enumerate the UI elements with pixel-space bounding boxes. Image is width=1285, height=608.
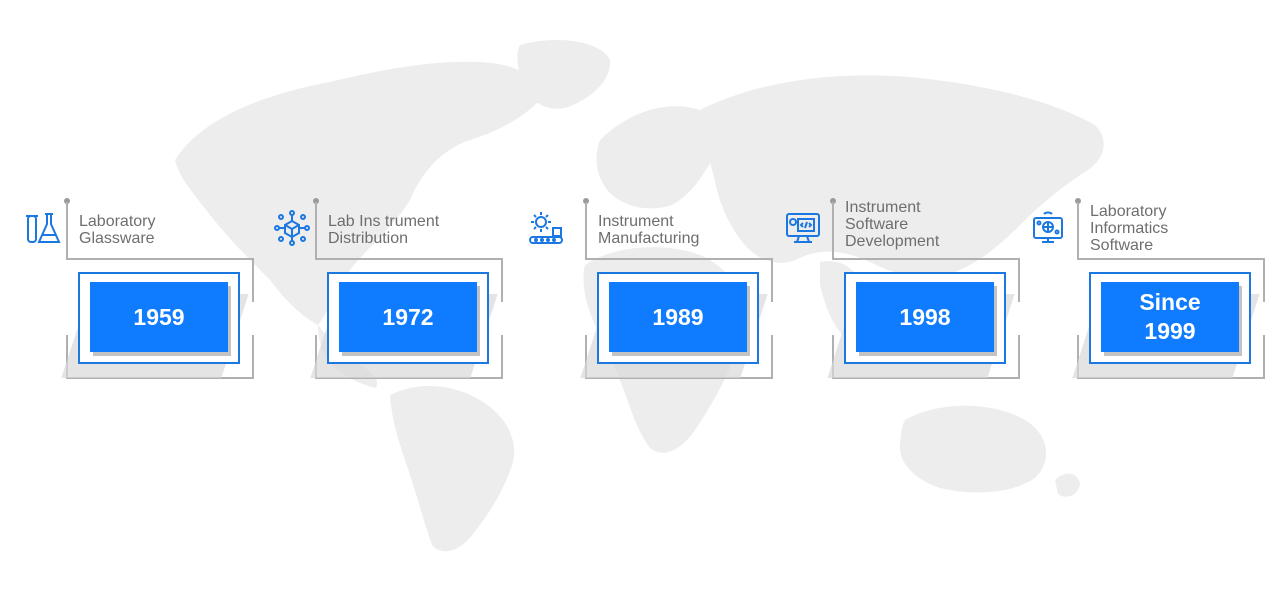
year-badge: 1959 — [90, 282, 228, 352]
connector-line — [585, 258, 773, 260]
milestone-1972: Lab Ins trument Distribution 1972 — [274, 198, 524, 388]
connector-line — [832, 202, 834, 260]
connector-line — [66, 258, 254, 260]
milestone-label: Laboratory Glassware — [79, 213, 156, 247]
manufacturing-gear-icon — [528, 210, 564, 246]
connector-line — [585, 202, 587, 260]
connector-line — [1077, 202, 1079, 260]
distribution-network-icon — [274, 210, 310, 246]
informatics-icon — [1030, 210, 1066, 246]
connector-line — [66, 202, 68, 260]
software-development-icon — [785, 210, 821, 246]
connector-line — [501, 258, 503, 302]
milestone-label: Instrument Software Development — [845, 199, 940, 250]
milestone-1959: Laboratory Glassware 1959 — [25, 198, 275, 388]
connector-line — [252, 258, 254, 302]
milestone-1998: Instrument Software Development 1998 — [786, 198, 1041, 388]
connector-line — [1077, 258, 1265, 260]
milestone-since-1999: Laboratory Informatics Software Since 19… — [1033, 198, 1285, 388]
connector-line — [315, 258, 503, 260]
connector-line — [832, 258, 1020, 260]
milestone-label: Instrument Manufacturing — [598, 213, 700, 247]
milestone-label: Lab Ins trument Distribution — [328, 213, 440, 247]
connector-line — [315, 202, 317, 260]
year-badge: 1972 — [339, 282, 477, 352]
milestone-label: Laboratory Informatics Software — [1090, 203, 1169, 254]
milestone-1989: Instrument Manufacturing 1989 — [529, 198, 794, 388]
connector-line — [1018, 258, 1020, 302]
connector-line — [1263, 258, 1265, 302]
lab-glassware-icon — [25, 210, 61, 246]
year-badge: Since 1999 — [1101, 282, 1239, 352]
year-badge: 1989 — [609, 282, 747, 352]
connector-line — [771, 258, 773, 302]
year-badge: 1998 — [856, 282, 994, 352]
